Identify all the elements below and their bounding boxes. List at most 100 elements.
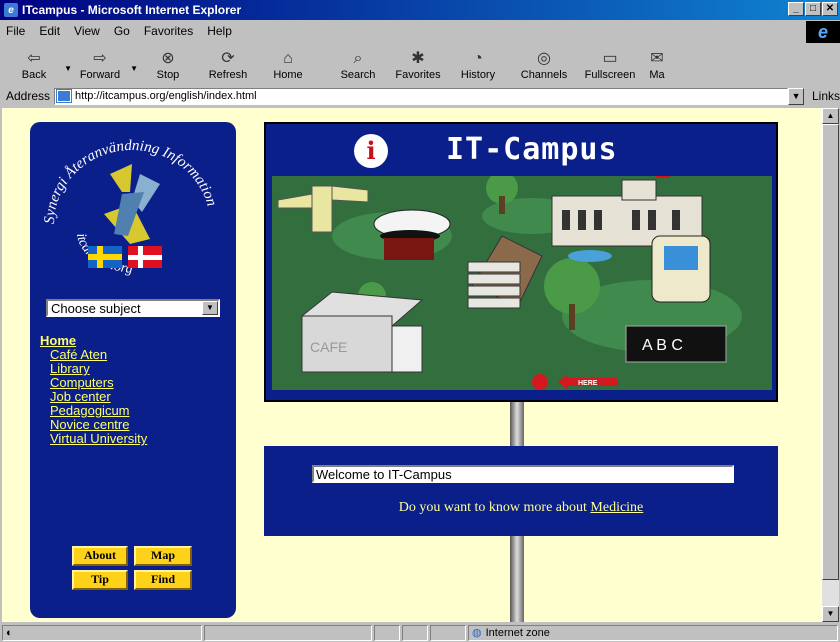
sign-pole-upper <box>510 402 524 446</box>
sidebar-panel: Synergi Återanvändning Information itcam… <box>30 122 236 618</box>
window-titlebar[interactable]: e ITcampus - Microsoft Internet Explorer… <box>0 0 840 20</box>
sign-title: IT-Campus <box>446 132 618 167</box>
fullscreen-icon: ▭ <box>602 50 618 67</box>
vertical-scrollbar[interactable]: ▲ ▼ <box>822 108 839 622</box>
scroll-up-button[interactable]: ▲ <box>822 108 839 124</box>
cafe-building-icon: CAFE <box>300 291 424 373</box>
window-title: ITcampus - Microsoft Internet Explorer <box>22 3 242 17</box>
address-input[interactable]: http://itcampus.org/english/index.html <box>54 87 789 105</box>
links-button[interactable]: Links <box>812 89 840 103</box>
address-url: http://itcampus.org/english/index.html <box>75 90 257 102</box>
map-button[interactable]: Map <box>134 546 192 566</box>
status-text-cell: ◐ <box>2 624 202 641</box>
find-button[interactable]: Find <box>134 570 192 590</box>
search-label: Search <box>340 69 376 81</box>
address-dropdown-button[interactable]: ▼ <box>788 87 804 105</box>
minimize-button[interactable]: _ <box>788 2 804 16</box>
ie-window-icon[interactable]: e <box>4 3 18 17</box>
menu-edit[interactable]: Edit <box>39 24 60 38</box>
channels-label: Channels <box>520 69 568 81</box>
status-zone-cell: ◍ Internet zone <box>468 624 838 641</box>
swedish-flag-icon[interactable] <box>88 246 122 268</box>
language-flags <box>88 246 162 268</box>
fullscreen-button[interactable]: ▭ Fullscreen <box>580 43 640 83</box>
menu-bar: File Edit View Go Favorites Help <box>0 21 840 41</box>
question-line: Do you want to know more about Medicine <box>264 500 778 516</box>
standard-toolbar: ⇦ Back ▼ ⇨ Forward ▼ ⊗ Stop ⟳ Refresh ⌂ Home ⌕ S… <box>0 43 840 85</box>
subject-select-value: Choose subject <box>51 300 141 316</box>
back-arrow-icon: ⇦ <box>27 50 41 67</box>
home-icon: ⌂ <box>283 50 293 67</box>
welcome-box: Welcome to IT-Campus Do you want to know… <box>264 446 778 536</box>
computer-icon <box>651 235 711 303</box>
menu-favorites[interactable]: Favorites <box>144 24 193 38</box>
address-label: Address <box>6 89 51 103</box>
nav-link-virtual-university[interactable]: Virtual University <box>40 432 147 446</box>
page-icon <box>56 89 73 103</box>
nav-link-cafe-aten[interactable]: Café Aten <box>40 348 147 362</box>
back-button[interactable]: ⇦ Back ▼ <box>4 43 72 83</box>
forward-dropdown[interactable]: ▼ <box>130 64 138 73</box>
scroll-thumb[interactable] <box>822 124 839 580</box>
menu-view[interactable]: View <box>74 24 100 38</box>
mail-button[interactable]: ✉ Ma <box>640 43 674 83</box>
info-icon[interactable]: i <box>354 134 388 168</box>
page-viewport: Synergi Återanvändning Information itcam… <box>2 108 822 622</box>
history-button[interactable]: ◔ History <box>448 43 508 83</box>
favorites-label: Favorites <box>395 69 441 81</box>
home-button[interactable]: ⌂ Home <box>258 43 318 83</box>
address-bar: Address http://itcampus.org/english/inde… <box>0 86 840 106</box>
refresh-label: Refresh <box>208 69 248 81</box>
status-bar: ◐ ◍ Internet zone <box>0 623 840 642</box>
back-label: Back <box>21 69 47 81</box>
maximize-button[interactable]: □ <box>805 2 821 16</box>
history-label: History <box>460 69 496 81</box>
chevron-down-icon[interactable]: ▼ <box>202 301 218 315</box>
status-cell-b <box>402 624 428 641</box>
close-button[interactable]: ✕ <box>822 2 838 16</box>
status-progress-cell <box>204 624 372 641</box>
forward-button[interactable]: ⇨ Forward ▼ <box>70 43 138 83</box>
medicine-link[interactable]: Medicine <box>590 500 643 515</box>
channels-button[interactable]: ◎ Channels <box>514 43 574 83</box>
menu-help[interactable]: Help <box>207 24 232 38</box>
nav-link-computers[interactable]: Computers <box>40 376 147 390</box>
refresh-icon: ⟳ <box>221 50 235 67</box>
nav-link-home[interactable]: Home <box>40 334 147 348</box>
tip-button[interactable]: Tip <box>72 570 128 590</box>
scroll-track[interactable] <box>822 580 839 606</box>
about-button[interactable]: About <box>72 546 128 566</box>
stop-button[interactable]: ⊗ Stop <box>138 43 198 83</box>
welcome-marquee: Welcome to IT-Campus <box>312 465 734 483</box>
search-icon: ⌕ <box>353 50 363 67</box>
refresh-button[interactable]: ⟳ Refresh <box>198 43 258 83</box>
sign-pole-lower <box>510 536 524 622</box>
fullscreen-label: Fullscreen <box>584 69 636 81</box>
favorites-icon: ✱ <box>411 50 425 67</box>
sidebar-nav: Home Café Aten Library Computers Job cen… <box>40 334 147 446</box>
menu-go[interactable]: Go <box>114 24 130 38</box>
history-icon: ◔ <box>473 50 483 67</box>
ie-logo-icon: e <box>806 21 840 43</box>
favorites-button[interactable]: ✱ Favorites <box>388 43 448 83</box>
cafe-sign-text: CAFE <box>310 339 347 355</box>
scroll-down-button[interactable]: ▼ <box>822 606 839 622</box>
nav-link-pedagogicum[interactable]: Pedagogicum <box>40 404 147 418</box>
nav-link-job-center[interactable]: Job center <box>40 390 147 404</box>
here-marker-icon <box>532 374 548 390</box>
campus-map-image[interactable]: CAFE A B C HERE <box>272 176 772 390</box>
home-label: Home <box>273 69 303 81</box>
nav-link-novice-centre[interactable]: Novice centre <box>40 418 147 432</box>
status-zone: Internet zone <box>485 626 550 639</box>
globe-icon: ◍ <box>472 627 482 639</box>
menu-file[interactable]: File <box>6 24 25 38</box>
mail-icon: ✉ <box>650 50 664 67</box>
campus-map-sign: i IT-Campus CAFE A B C HERE <box>264 122 778 402</box>
subject-select[interactable]: Choose subject ▼ <box>46 299 220 317</box>
forward-label: Forward <box>79 69 121 81</box>
search-button[interactable]: ⌕ Search <box>328 43 388 83</box>
danish-flag-icon[interactable] <box>128 246 162 268</box>
stop-icon: ⊗ <box>161 50 175 67</box>
page-status-icon: ◐ <box>6 626 13 639</box>
nav-link-library[interactable]: Library <box>40 362 147 376</box>
